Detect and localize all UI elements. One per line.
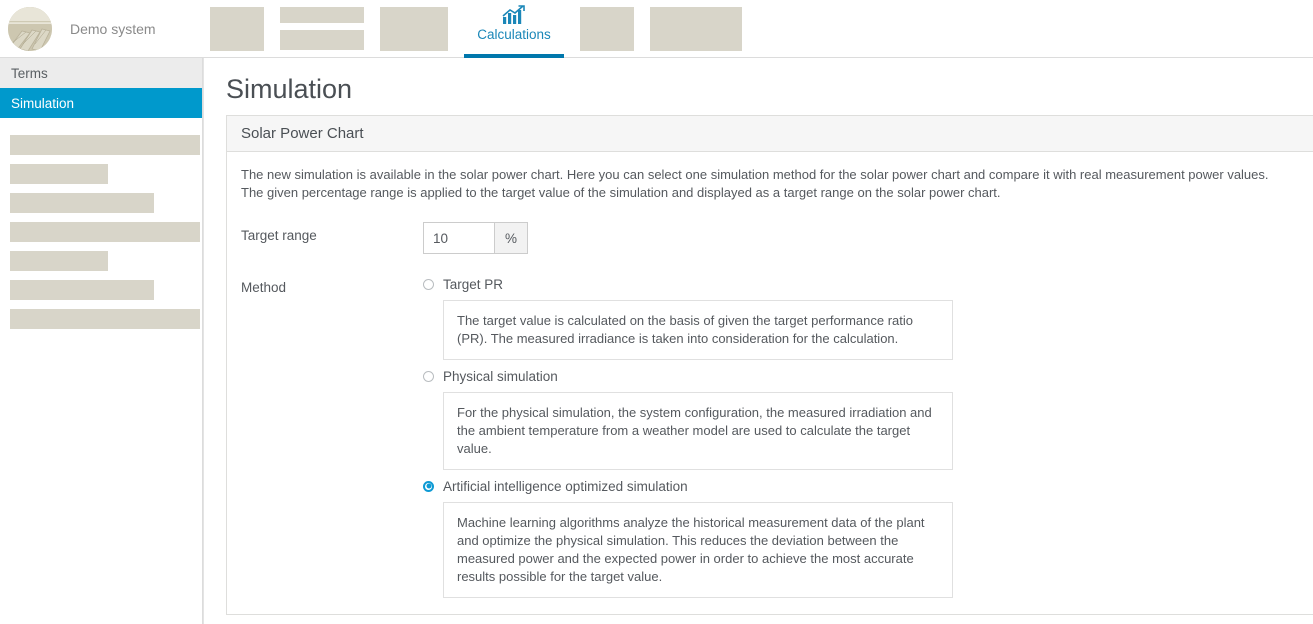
- brand-label: Demo system: [70, 20, 156, 37]
- content-area: Simulation Solar Power Chart The new sim…: [203, 58, 1313, 624]
- card-title: Solar Power Chart: [227, 116, 1313, 152]
- method-radio-line[interactable]: Physical simulation: [423, 366, 1299, 386]
- sidebar-placeholder-bar: [10, 250, 108, 271]
- tab-placeholder-3[interactable]: [380, 0, 448, 58]
- method-description: For the physical simulation, the system …: [443, 392, 953, 470]
- tab-placeholder-block: [280, 30, 364, 50]
- sidebar-placeholder-item[interactable]: [0, 217, 202, 246]
- tab-placeholder-6[interactable]: [650, 0, 742, 58]
- sidebar-item-label: Terms: [11, 65, 48, 81]
- target-range-unit: %: [495, 222, 528, 254]
- tab-placeholder-block: [210, 6, 264, 51]
- target-range-label: Target range: [241, 228, 317, 243]
- sidebar-placeholder-bar: [10, 163, 108, 184]
- sidebar-placeholder-item[interactable]: [0, 188, 202, 217]
- intro-line-1: The new simulation is available in the s…: [241, 167, 1269, 182]
- sidebar-placeholder-list: [0, 118, 202, 333]
- method-option-ai-optimized-simulation[interactable]: Artificial intelligence optimized simula…: [423, 476, 1299, 598]
- sidebar-placeholder-item[interactable]: [0, 159, 202, 188]
- sidebar-placeholder-bar: [10, 308, 200, 329]
- method-options: Target PR The target value is calculated…: [423, 274, 1299, 604]
- method-description: Machine learning algorithms analyze the …: [443, 502, 953, 598]
- sidebar-item-terms[interactable]: Terms: [0, 58, 202, 88]
- page-title: Simulation: [226, 74, 353, 104]
- top-bar: Demo system Calculations: [0, 0, 1313, 58]
- radio-ai-optimized-simulation[interactable]: [423, 480, 434, 492]
- sidebar-placeholder-bar: [10, 221, 200, 242]
- sidebar-item-simulation[interactable]: Simulation: [0, 88, 202, 118]
- solar-power-chart-card: Solar Power Chart The new simulation is …: [226, 115, 1313, 615]
- sidebar-item-label: Simulation: [11, 95, 75, 111]
- brand[interactable]: Demo system: [0, 6, 210, 51]
- tab-placeholder-block: [650, 6, 742, 51]
- solar-panel-photo-avatar: [8, 6, 52, 51]
- sidebar: Terms Simulation: [0, 58, 203, 624]
- tab-placeholder-1[interactable]: [210, 0, 264, 58]
- method-option-label: Physical simulation: [443, 368, 558, 384]
- main-tabs: Calculations: [210, 0, 742, 58]
- method-option-physical-simulation[interactable]: Physical simulation For the physical sim…: [423, 366, 1299, 470]
- tab-placeholder-block: [580, 6, 634, 51]
- sidebar-placeholder-bar: [10, 192, 154, 213]
- method-description: The target value is calculated on the ba…: [443, 300, 953, 360]
- card-body: The new simulation is available in the s…: [227, 152, 1313, 624]
- radio-physical-simulation[interactable]: [423, 370, 434, 382]
- tab-placeholder-block: [280, 7, 364, 23]
- method-radio-line[interactable]: Target PR: [423, 274, 1299, 294]
- tab-placeholder-5[interactable]: [580, 0, 634, 58]
- sidebar-placeholder-item[interactable]: [0, 246, 202, 275]
- sidebar-placeholder-bar: [10, 279, 154, 300]
- radio-target-pr[interactable]: [423, 278, 434, 290]
- intro-text: The new simulation is available in the s…: [241, 166, 1299, 202]
- method-option-label: Artificial intelligence optimized simula…: [443, 478, 688, 494]
- target-range-input[interactable]: [423, 222, 495, 254]
- tab-placeholder-2[interactable]: [280, 0, 364, 58]
- tab-calculations[interactable]: Calculations: [464, 0, 564, 58]
- intro-line-2: The given percentage range is applied to…: [241, 185, 1001, 200]
- sidebar-placeholder-item[interactable]: [0, 130, 202, 159]
- sidebar-placeholder-item[interactable]: [0, 275, 202, 304]
- target-range-input-group: %: [423, 222, 528, 254]
- sidebar-placeholder-item[interactable]: [0, 304, 202, 333]
- sidebar-placeholder-bar: [10, 134, 200, 155]
- method-row: Method Target PR The target value is cal…: [241, 274, 1299, 604]
- body: Terms Simulation Simulation Solar Power …: [0, 58, 1313, 624]
- method-label: Method: [241, 280, 287, 295]
- tab-placeholder-block: [380, 6, 448, 51]
- chart-trend-up-icon: [501, 5, 527, 25]
- tab-calculations-label: Calculations: [477, 27, 551, 42]
- target-range-row: Target range %: [241, 222, 1299, 254]
- method-option-target-pr[interactable]: Target PR The target value is calculated…: [423, 274, 1299, 360]
- method-radio-line[interactable]: Artificial intelligence optimized simula…: [423, 476, 1299, 496]
- avatar: [8, 6, 52, 51]
- method-option-label: Target PR: [443, 276, 504, 292]
